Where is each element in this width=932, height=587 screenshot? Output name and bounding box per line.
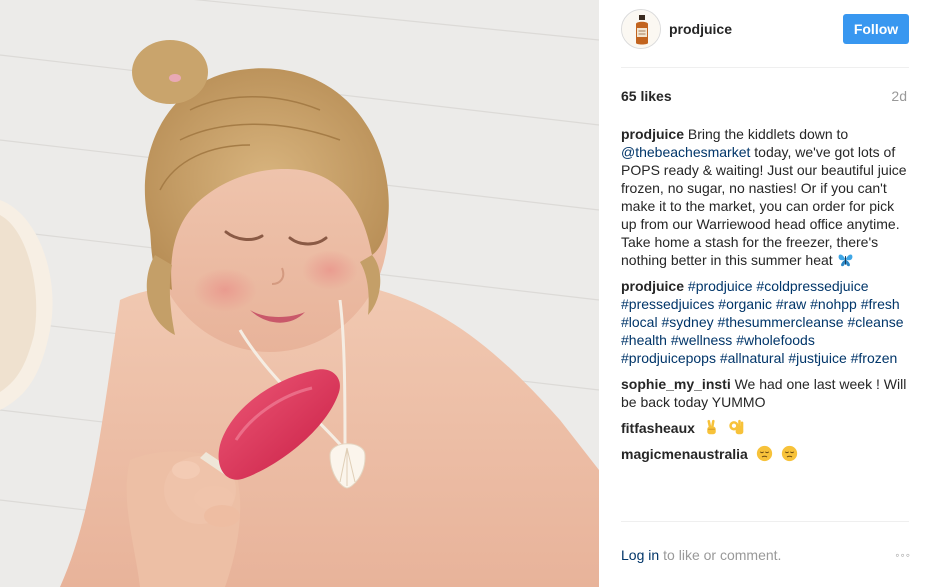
post-photo[interactable] [0, 0, 599, 587]
hashtag-link[interactable]: #allnatural [720, 350, 785, 366]
hashtag-link[interactable]: #justjuice [788, 350, 846, 366]
comment-username[interactable]: magicmenaustralia [621, 446, 748, 462]
caption: prodjuice Bring the kiddlets down to @th… [621, 125, 911, 269]
divider [621, 521, 909, 522]
hashtag-link[interactable]: #wholefoods [736, 332, 815, 348]
header-username[interactable]: prodjuice [669, 21, 732, 37]
victory-hand-icon [707, 419, 716, 435]
comment: sophie_my_insti We had one last week ! W… [621, 375, 911, 411]
caption-text-after: today, we've got lots of POPS ready & wa… [621, 144, 907, 268]
hashtag-link[interactable]: #raw [776, 296, 806, 312]
comment-list: prodjuice Bring the kiddlets down to @th… [621, 125, 911, 471]
hashtag-link[interactable]: #nohpp [810, 296, 857, 312]
hashtag-link[interactable]: #frozen [851, 350, 898, 366]
hashtag-link[interactable]: #organic [718, 296, 772, 312]
comment-username[interactable]: fitfasheaux [621, 420, 695, 436]
comment-username[interactable]: sophie_my_insti [621, 376, 731, 392]
comment: fitfasheaux [621, 419, 911, 437]
hashtag-link[interactable]: #thesummercleanse [718, 314, 844, 330]
caption-text-before: Bring the kiddlets down to [687, 126, 849, 142]
ok-hand-icon [728, 419, 744, 435]
relieved-face-icon [781, 445, 797, 462]
post-image [0, 0, 599, 587]
follow-button[interactable]: Follow [843, 14, 909, 44]
hashtag-link[interactable]: #pressedjuices [621, 296, 714, 312]
hashtag-link[interactable]: #prodjuice [688, 278, 753, 294]
hashtag-link[interactable]: #prodjuicepops [621, 350, 716, 366]
juice-bottle-icon [622, 10, 660, 48]
caption-mention[interactable]: @thebeachesmarket [621, 144, 750, 160]
post-footer: Log in to like or comment. ◦◦◦ [621, 547, 911, 563]
more-options-icon[interactable]: ◦◦◦ [895, 548, 911, 562]
caption-username[interactable]: prodjuice [621, 126, 684, 142]
hashtag-link[interactable]: #health [621, 332, 667, 348]
likes-count[interactable]: 65 likes [621, 88, 672, 104]
login-prompt-text: to like or comment. [663, 547, 782, 563]
post-side-panel: prodjuice Follow 65 likes 2d prodjuice B… [599, 0, 932, 587]
login-link[interactable]: Log in [621, 547, 659, 563]
post-timestamp[interactable]: 2d [891, 88, 907, 104]
post-header: prodjuice Follow [621, 8, 910, 50]
hashtag-link[interactable]: #sydney [661, 314, 713, 330]
butterfly-icon [838, 254, 852, 267]
profile-avatar[interactable] [621, 9, 661, 49]
relieved-face-icon [756, 445, 772, 462]
comment: magicmenaustralia [621, 445, 911, 463]
hashtag-link[interactable]: #fresh [861, 296, 900, 312]
hashtag-link[interactable]: #coldpressedjuice [756, 278, 868, 294]
divider [621, 67, 909, 68]
hashtag-link[interactable]: #cleanse [847, 314, 903, 330]
comment: prodjuice #prodjuice #coldpressedjuice #… [621, 277, 911, 367]
comment-username[interactable]: prodjuice [621, 278, 684, 294]
hashtag-link[interactable]: #wellness [671, 332, 732, 348]
post-stats: 65 likes 2d [621, 88, 909, 104]
hashtag-link[interactable]: #local [621, 314, 658, 330]
